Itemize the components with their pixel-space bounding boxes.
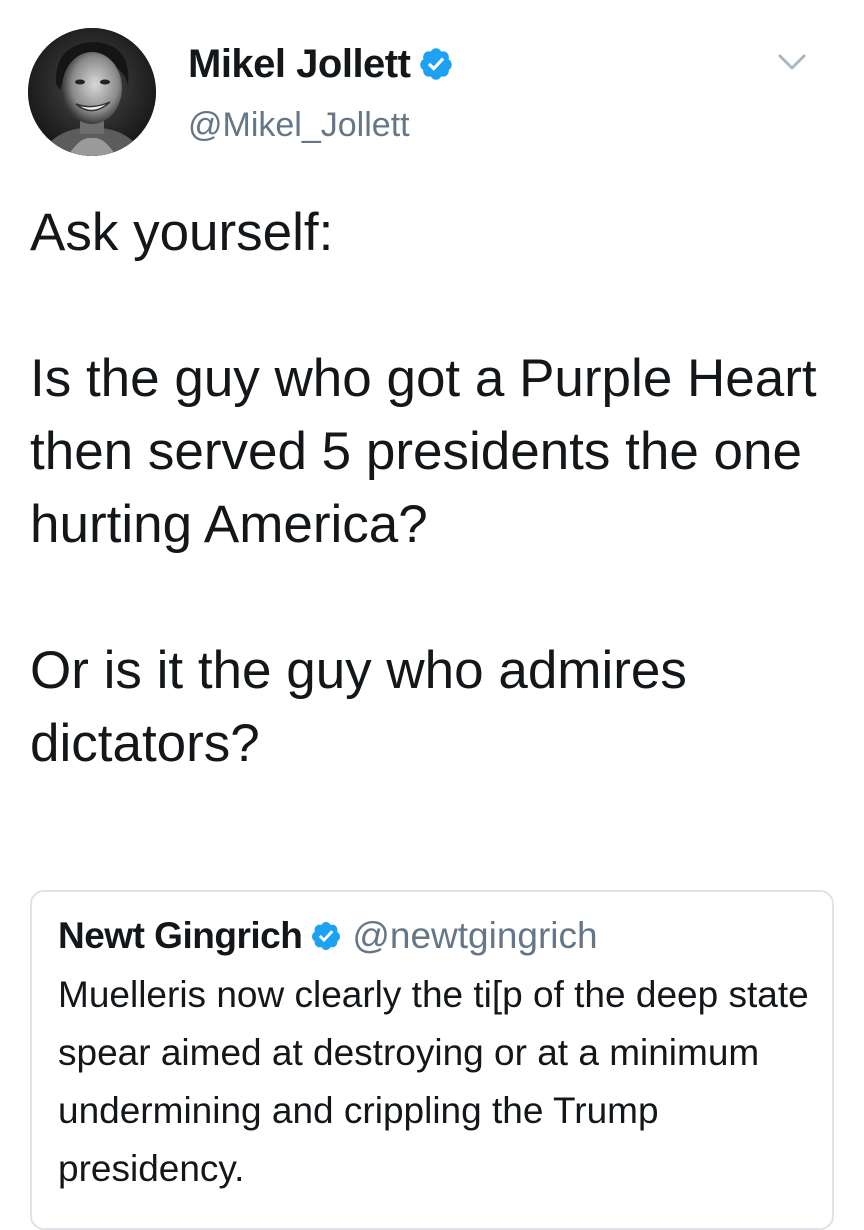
quoted-author-handle: @newtgingrich [352, 915, 598, 956]
tweet-paragraph: Ask yourself: [30, 203, 334, 262]
quoted-tweet-header: Newt Gingrich @newtgingrich [58, 914, 598, 958]
author-handle[interactable]: @Mikel_Jollett [188, 104, 410, 146]
quoted-tweet[interactable]: Newt Gingrich @newtgingrich Muelleris no… [30, 890, 834, 1230]
verified-badge-icon [420, 48, 453, 80]
tweet[interactable]: Mikel Jollett @Mikel_Jollett Ask yoursel… [0, 0, 864, 1230]
tweet-paragraph: Or is it the guy who admires dictators? [30, 641, 687, 773]
author-name-row[interactable]: Mikel Jollett [188, 40, 454, 88]
avatar[interactable] [28, 28, 156, 156]
quoted-tweet-text: Muelleris now clearly the ti[p of the de… [58, 974, 809, 1189]
verified-badge-icon [312, 922, 341, 950]
avatar-photo [28, 28, 156, 156]
quoted-author-name: Newt Gingrich [58, 915, 303, 956]
chevron-down-icon[interactable] [774, 44, 810, 80]
author-name[interactable]: Mikel Jollett [188, 40, 411, 88]
tweet-paragraph: Is the guy who got a Purple Heart then s… [30, 349, 817, 554]
tweet-text: Ask yourself: Is the guy who got a Purpl… [30, 196, 840, 853]
